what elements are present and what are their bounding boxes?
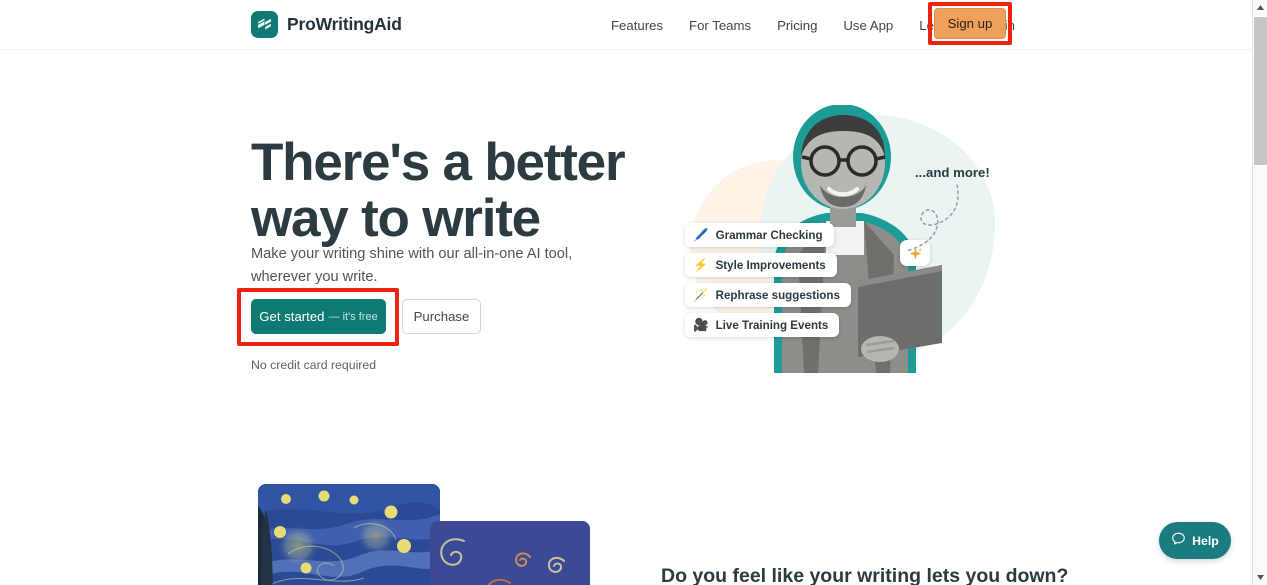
no-credit-card-note: No credit card required [251,358,377,372]
feature-pill-rephrase-suggestions: 🪄 Rephrase suggestions [685,283,851,307]
vertical-scrollbar[interactable] [1252,0,1267,585]
feature-pill-label: Style Improvements [715,258,826,272]
feature-pill-label: Grammar Checking [715,228,823,242]
magic-wand-icon: 🪄 [693,287,709,302]
pen-icon: 🖊️ [693,227,709,242]
scrollbar-up-arrow[interactable] [1253,0,1267,15]
curved-dotted-arrow-icon [906,184,959,252]
nav-item-pricing[interactable]: Pricing [764,18,830,33]
hero-subheading: Make your writing shine with our all-in-… [251,245,573,285]
brand-name: ProWritingAid [287,14,402,34]
hero-illustration: 🖊️ Grammar Checking ⚡ Style Improvements… [640,95,1030,380]
page-viewport: ProWritingAid Features For Teams Pricing… [0,0,1252,585]
nav-item-for-teams[interactable]: For Teams [676,18,764,33]
get-started-sublabel: — it's free [328,310,378,323]
video-camera-icon: 🎥 [693,317,709,332]
site-header: ProWritingAid Features For Teams Pricing… [0,0,1252,50]
help-widget-label: Help [1192,533,1219,548]
and-more-annotation: ...and more! [915,165,990,180]
scrollbar-thumb[interactable] [1254,17,1267,165]
feature-pill-grammar-checking: 🖊️ Grammar Checking [685,223,834,247]
get-started-button[interactable]: Get started — it's free [251,299,386,334]
feature-pill-live-training-events: 🎥 Live Training Events [685,313,840,337]
lower-section-heading: Do you feel like your writing lets you d… [661,565,1069,585]
purchase-button[interactable]: Purchase [402,299,481,334]
help-widget-button[interactable]: Help [1159,522,1231,559]
signup-button-region: Sign up [928,2,1012,45]
feature-pill-label: Live Training Events [715,318,829,332]
feature-pill-label: Rephrase suggestions [715,288,840,302]
get-started-label: Get started [259,309,325,324]
hero-heading: There's a better way to write [251,132,626,248]
book-logo-icon [251,11,278,38]
signup-button[interactable]: Sign up [934,8,1006,39]
nav-item-use-app[interactable]: Use App [830,18,906,33]
brand-logo-link[interactable]: ProWritingAid [251,11,402,38]
starry-night-artwork [258,484,440,585]
scrollbar-down-arrow[interactable] [1253,570,1267,585]
blue-swirls-artwork [430,521,590,585]
feature-pill-style-improvements: ⚡ Style Improvements [685,253,837,277]
nav-item-features[interactable]: Features [598,18,676,33]
chat-bubble-icon [1171,531,1186,551]
browser-page: ProWritingAid Features For Teams Pricing… [0,0,1267,585]
lightning-icon: ⚡ [693,257,709,272]
